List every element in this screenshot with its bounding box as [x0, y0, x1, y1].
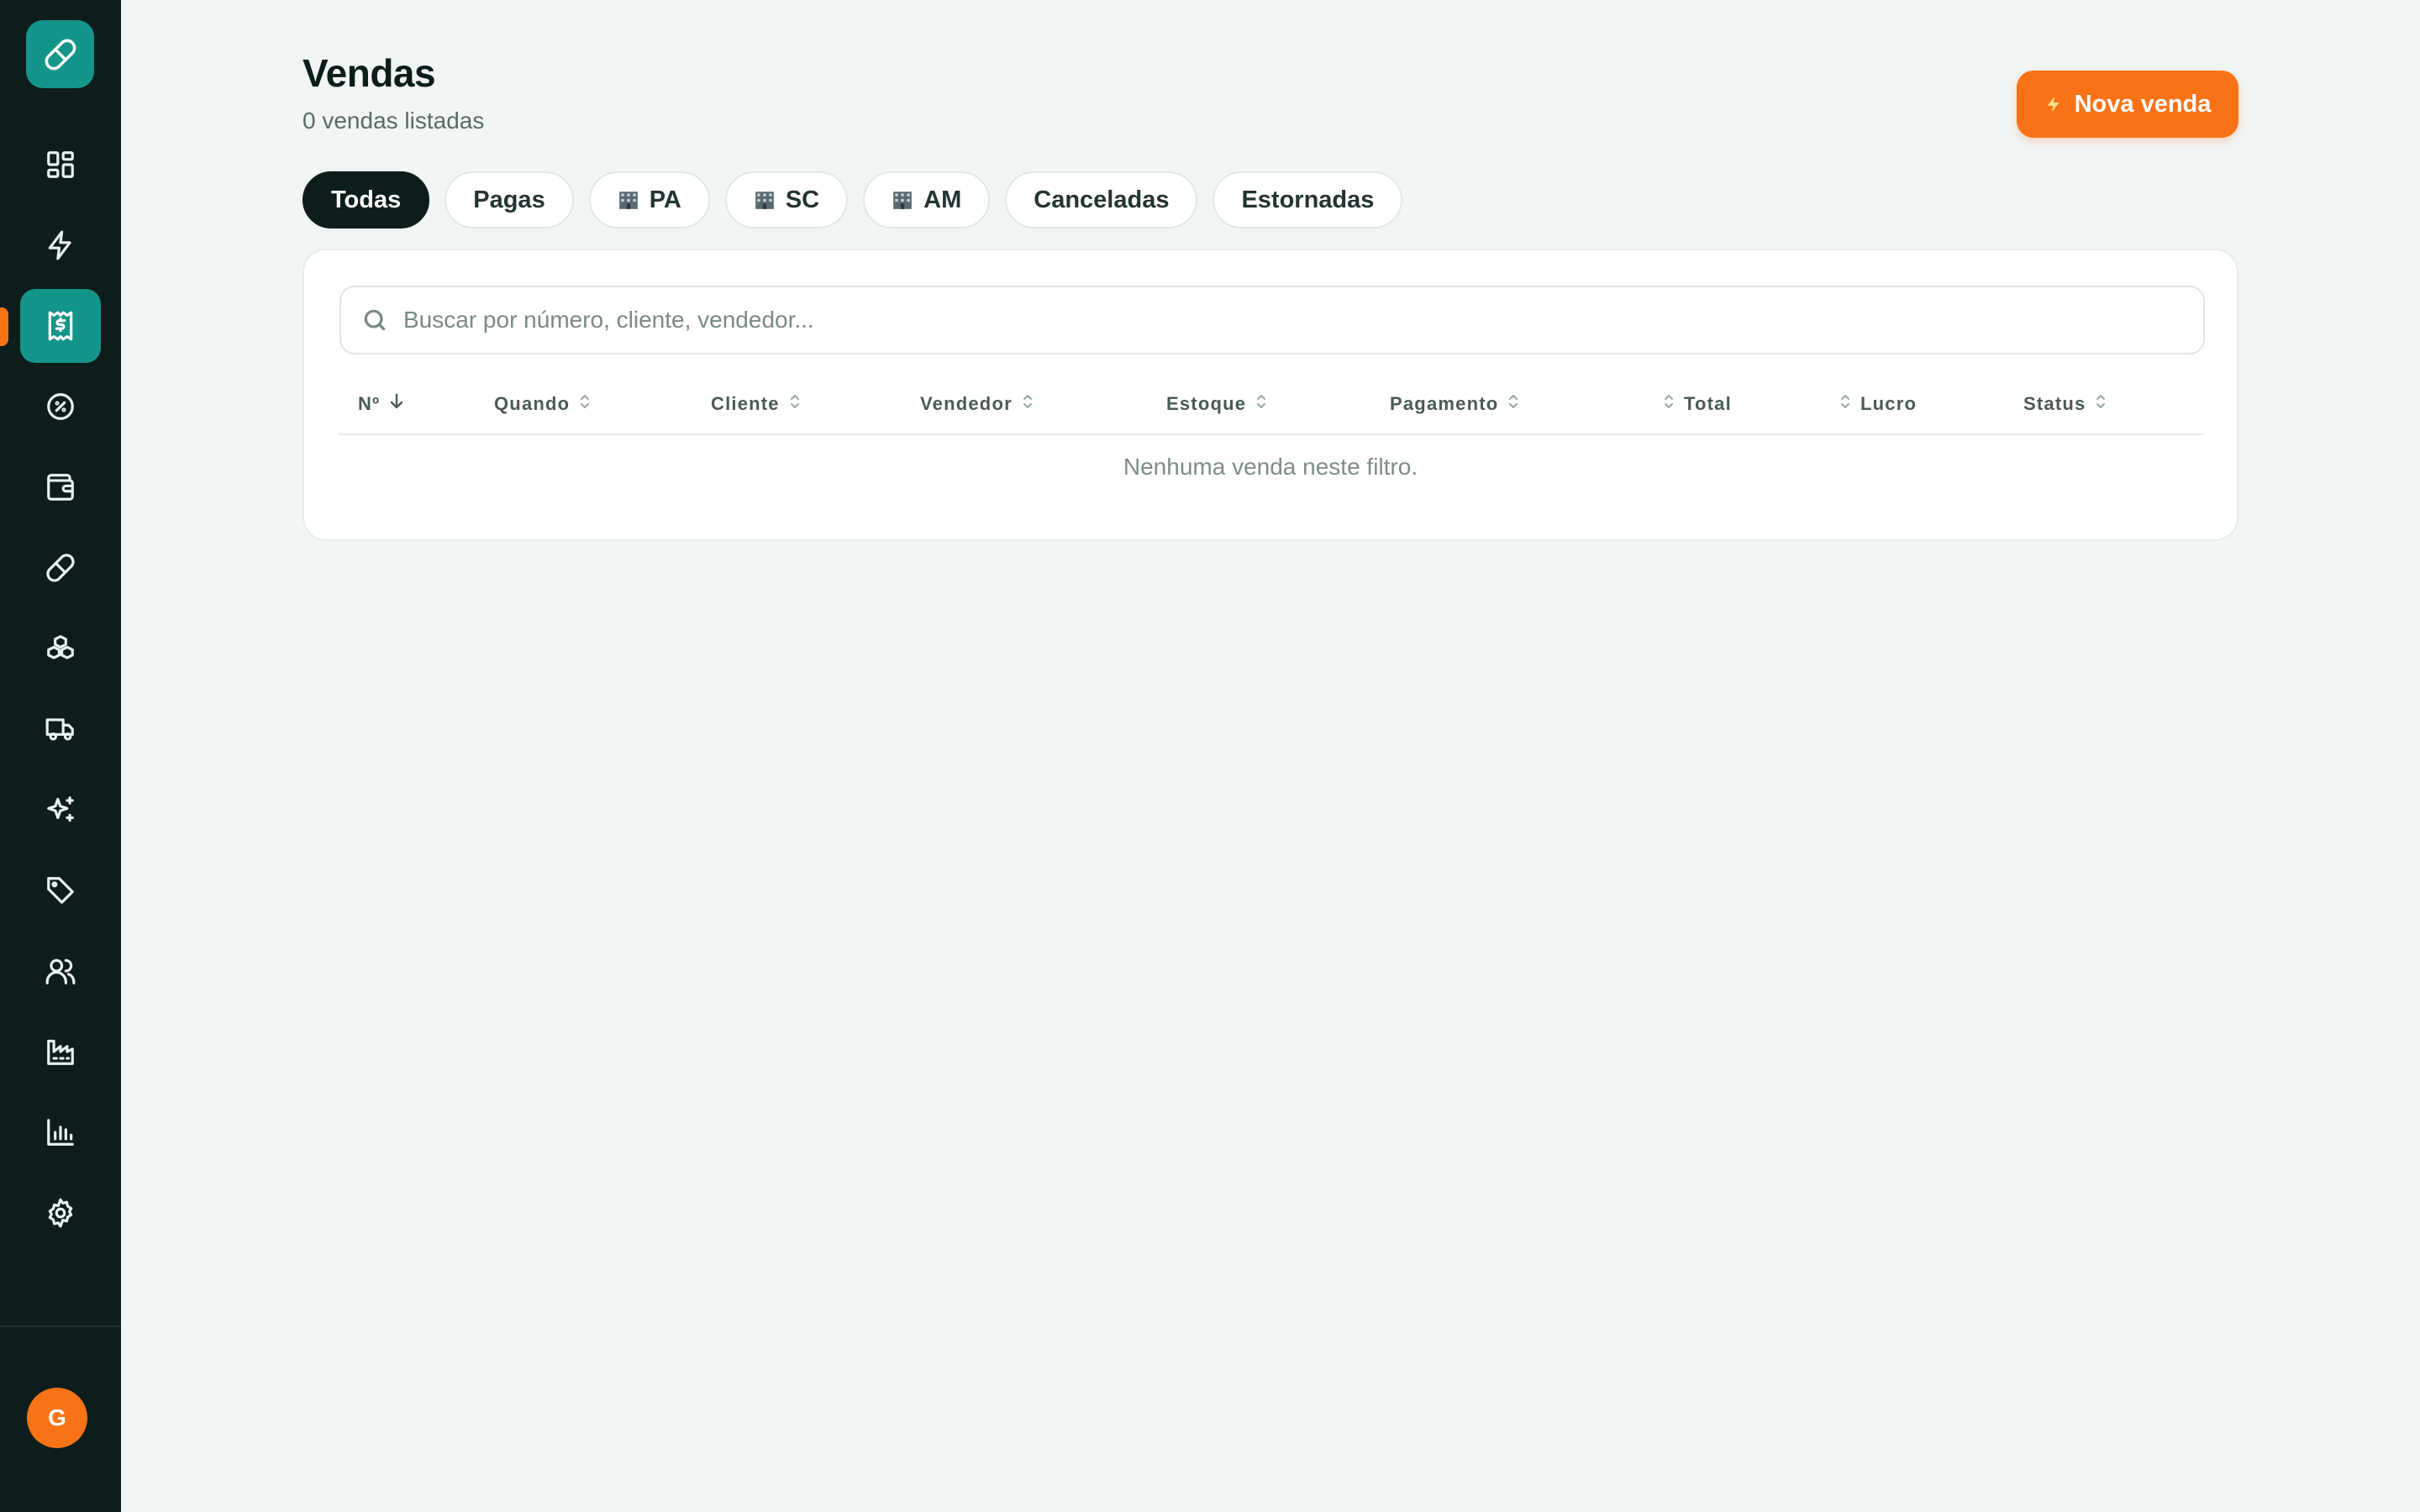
sidebar-item-settings[interactable] [20, 1176, 101, 1250]
tab-todas[interactable]: Todas [302, 171, 430, 228]
pill-icon [45, 39, 76, 70]
table-header-divider [338, 433, 2203, 435]
tab-sc[interactable]: SC [724, 171, 849, 228]
column-label: Status [2023, 393, 2086, 414]
bolt-icon [2047, 96, 2060, 113]
sort-icon [1255, 392, 1268, 416]
sort-desc-icon [388, 392, 405, 416]
column-label: Cliente [711, 393, 780, 414]
grid-icon [47, 151, 74, 178]
factory-icon [47, 1039, 74, 1065]
search-box[interactable] [339, 286, 2205, 354]
gear-icon [48, 1198, 73, 1228]
column-header-estoque[interactable]: Estoque [1166, 391, 1268, 417]
column-label: Pagamento [1390, 393, 1499, 414]
tab-label: Estornadas [1241, 186, 1375, 213]
badge-percent-icon [47, 393, 74, 420]
tag-icon [47, 877, 74, 904]
sort-icon [2094, 392, 2107, 416]
sidebar-item-wallet[interactable] [20, 450, 101, 524]
app-logo[interactable] [26, 20, 94, 88]
sidebar: G [0, 0, 121, 1512]
sidebar-item-ai[interactable] [20, 773, 101, 847]
tab-canceladas[interactable]: Canceladas [1005, 171, 1198, 228]
sidebar-item-stock[interactable] [20, 612, 101, 685]
tab-label: AM [923, 186, 962, 213]
sort-icon [1662, 392, 1676, 416]
column-label: Lucro [1860, 393, 1918, 414]
tab-pagas[interactable]: Pagas [445, 171, 574, 228]
column-header-pagamento[interactable]: Pagamento [1390, 391, 1520, 417]
sidebar-divider [0, 1326, 121, 1327]
truck-icon [45, 718, 74, 741]
sort-icon [1021, 392, 1034, 416]
pill-icon [46, 554, 75, 582]
sales-table-card [302, 249, 2238, 541]
search-icon [364, 309, 386, 331]
tab-label: Todas [331, 186, 402, 213]
sidebar-item-reports[interactable] [20, 1095, 101, 1169]
column-header-lucro[interactable]: Lucro [1839, 391, 1917, 417]
user-avatar[interactable]: G [27, 1388, 87, 1448]
tab-label: Pagas [473, 186, 545, 213]
sort-icon [788, 392, 802, 416]
sidebar-item-sales[interactable] [20, 289, 101, 363]
bar-chart-icon [47, 1119, 74, 1146]
sidebar-item-discounts[interactable] [20, 370, 101, 444]
new-sale-label: Nova venda [2074, 90, 2212, 118]
sidebar-item-suppliers[interactable] [20, 1015, 101, 1089]
column-label: Vendedor [920, 393, 1013, 414]
users-icon [45, 958, 76, 984]
wallet-icon [47, 474, 74, 501]
sparkles-icon [47, 796, 74, 822]
sidebar-item-dashboard[interactable] [20, 128, 101, 202]
column-header-vendedor[interactable]: Vendedor [920, 391, 1034, 417]
building-icon [755, 192, 774, 209]
column-header-quando[interactable]: Quando [494, 391, 592, 417]
sidebar-item-medicines[interactable] [20, 531, 101, 605]
building-icon [618, 192, 638, 209]
sidebar-item-customers[interactable] [20, 934, 101, 1008]
column-label: Total [1684, 393, 1732, 414]
column-label: Estoque [1166, 393, 1247, 414]
sort-icon [1839, 392, 1852, 416]
tab-label: SC [785, 186, 820, 213]
sales-count: 0 vendas listadas [302, 108, 485, 134]
tab-am[interactable]: AM [863, 171, 991, 228]
building-icon [893, 192, 912, 209]
sort-icon [1507, 392, 1520, 416]
receipt-dollar-icon [48, 311, 73, 341]
sidebar-item-delivery[interactable] [20, 692, 101, 766]
tab-estornadas[interactable]: Estornadas [1213, 171, 1403, 228]
bolt-icon [48, 230, 71, 260]
column-header-status[interactable]: Status [2023, 391, 2107, 417]
sidebar-item-quick-sale[interactable] [20, 208, 101, 282]
empty-state-message: Nenhuma venda neste filtro. [1123, 454, 1418, 480]
sidebar-item-tags[interactable] [20, 853, 101, 927]
column-label: Quando [494, 393, 571, 414]
column-label: Nº [358, 393, 381, 414]
column-header-cliente[interactable]: Cliente [711, 391, 802, 417]
tab-label: Canceladas [1034, 186, 1170, 213]
active-indicator [0, 307, 8, 346]
page-title: Vendas [302, 51, 436, 95]
column-header-numero[interactable]: Nº [358, 391, 405, 417]
new-sale-button[interactable]: Nova venda [2017, 71, 2238, 138]
search-input[interactable] [403, 307, 2168, 333]
sort-icon [578, 392, 592, 416]
tab-label: PA [649, 186, 681, 213]
filter-tabs: Todas Pagas PA SC AM Canceladas Estornad… [302, 171, 1403, 228]
boxes-icon [47, 635, 74, 659]
tab-pa[interactable]: PA [588, 171, 710, 228]
column-header-total[interactable]: Total [1662, 391, 1732, 417]
